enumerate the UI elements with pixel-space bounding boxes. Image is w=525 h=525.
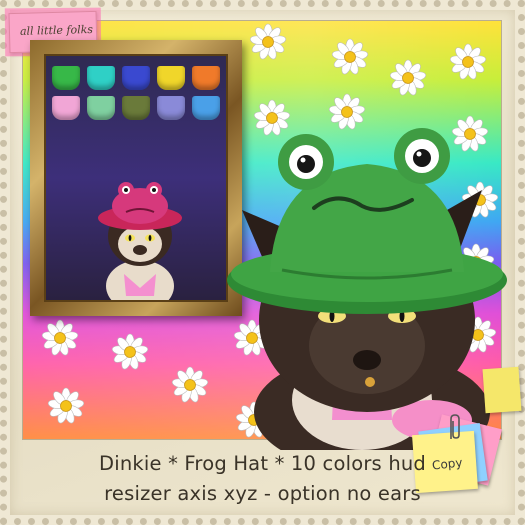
daisy-icon xyxy=(111,333,149,371)
pinned-note xyxy=(482,366,522,414)
color-swatch-button[interactable] xyxy=(192,96,220,120)
daisy-icon xyxy=(331,38,369,76)
color-swatch-button[interactable] xyxy=(192,66,220,90)
color-swatch-button[interactable] xyxy=(52,96,80,120)
daisy-icon xyxy=(389,59,427,97)
mini-cat-illustration xyxy=(98,182,182,300)
daisy-icon xyxy=(249,23,287,61)
product-ad: all little folks Copy Dinkie * Frog Hat … xyxy=(0,0,525,525)
caption-line-2: resizer axis xyz - option no ears xyxy=(104,482,421,505)
color-swatch-button[interactable] xyxy=(87,66,115,90)
color-swatch-button[interactable] xyxy=(122,96,150,120)
color-swatch-button[interactable] xyxy=(87,96,115,120)
picture-frame xyxy=(30,40,242,316)
color-swatch-button[interactable] xyxy=(122,66,150,90)
brand-tag-text: all little folks xyxy=(19,22,94,38)
daisy-icon xyxy=(41,319,79,357)
hud-preview xyxy=(44,54,228,302)
paperclip-icon xyxy=(450,414,460,439)
color-swatch-button[interactable] xyxy=(157,96,185,120)
main-cat-illustration xyxy=(227,128,507,450)
color-swatch-button[interactable] xyxy=(52,66,80,90)
caption-line-1: Dinkie * Frog Hat * 10 colors hud xyxy=(98,452,427,475)
daisy-icon xyxy=(449,43,487,81)
daisy-icon xyxy=(171,366,209,404)
daisy-icon xyxy=(47,387,85,425)
color-swatch-button[interactable] xyxy=(157,66,185,90)
